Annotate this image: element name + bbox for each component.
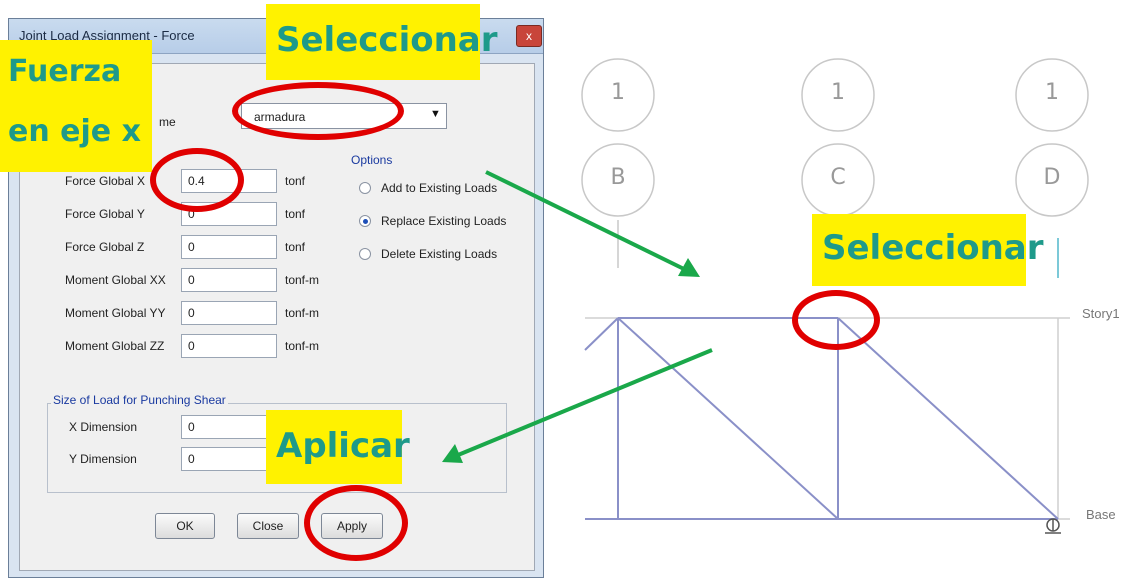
grid-bubble-label: C [830, 165, 846, 190]
grid-bubble-label: 1 [831, 80, 845, 105]
highlight-ring-load-pattern [232, 82, 404, 140]
callout-aplicar: Aplicar [266, 410, 410, 484]
callout-seleccionar-text: Seleccionar [822, 228, 1044, 268]
arrow-to-model-icon [485, 170, 700, 277]
callout-aplicar-text: Aplicar [276, 426, 410, 466]
grid-bubble-label: 1 [611, 80, 625, 105]
story1-label: Story1 [1082, 306, 1120, 321]
callout-seleccionar-text: Seleccionar [276, 20, 498, 60]
callout-fuerza-line2: en eje x [8, 114, 141, 149]
arrow-to-apply-icon [442, 348, 713, 463]
base-label: Base [1086, 507, 1116, 522]
pin-support-icon [1045, 518, 1061, 534]
callout-fuerza-line1: Fuerza [8, 54, 122, 89]
callout-fuerza: Fuerza en eje x [0, 40, 152, 172]
highlight-ring-joint [792, 290, 880, 350]
highlight-ring-apply [304, 485, 408, 561]
structure-model-view [442, 58, 1089, 534]
callout-seleccionar-joint: Seleccionar [812, 214, 1044, 286]
callout-seleccionar-pattern: Seleccionar [266, 4, 498, 80]
grid-bubble-label: B [610, 165, 626, 190]
grid-bubble-label: D [1043, 165, 1061, 190]
grid-bubble-label: 1 [1045, 80, 1059, 105]
highlight-ring-force-x [150, 148, 244, 212]
